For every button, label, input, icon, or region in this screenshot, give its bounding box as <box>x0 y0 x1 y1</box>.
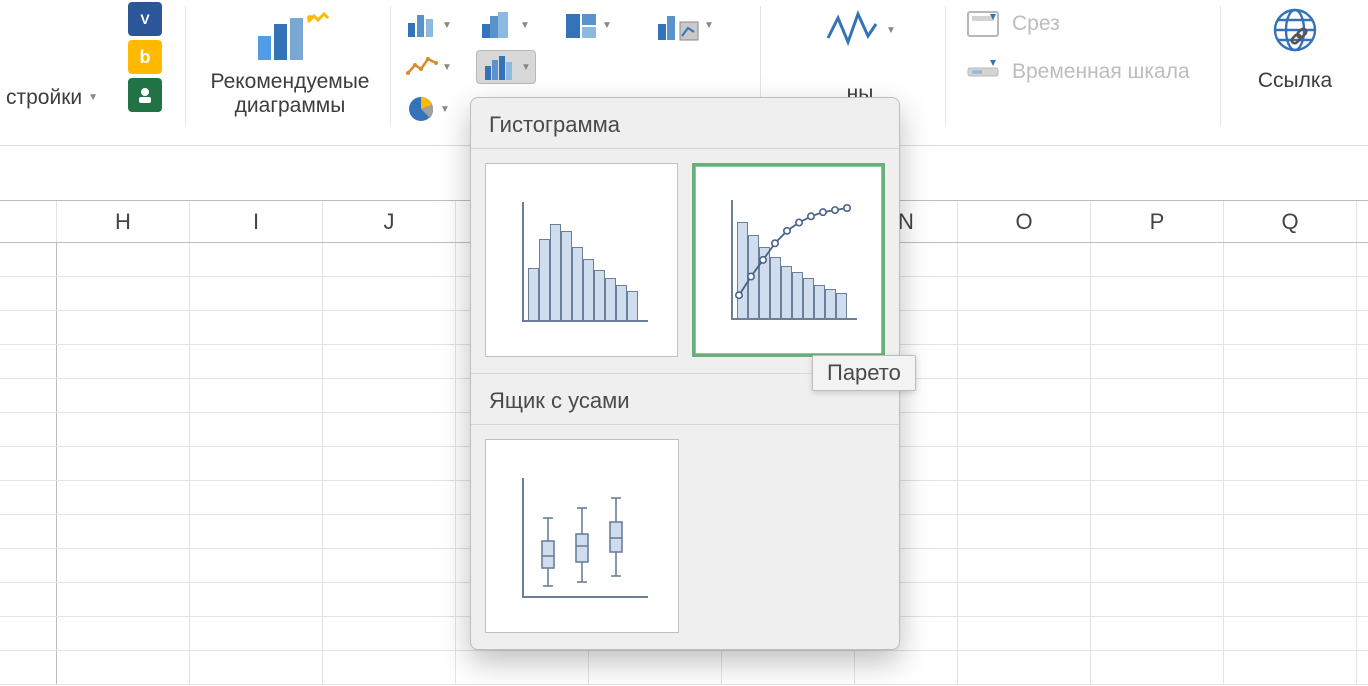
statistical-chart-button[interactable]: ▼ <box>476 50 536 84</box>
timeline-label: Временная шкала <box>1012 60 1190 84</box>
bar-3d-chart-button[interactable]: ▼ <box>476 8 534 42</box>
col-header-Q[interactable]: Q <box>1224 201 1357 242</box>
chevron-down-icon: ▼ <box>886 25 896 36</box>
gallery-section-histogram: Гистограмма <box>471 98 899 149</box>
line-chart-button[interactable]: ▼ <box>402 50 456 84</box>
chevron-down-icon: ▼ <box>88 92 98 103</box>
col-header-I[interactable]: I <box>190 201 323 242</box>
recommended-charts-icon[interactable] <box>250 8 330 68</box>
column-chart-button[interactable]: ▼ <box>402 8 456 42</box>
addins-label: стройки <box>6 86 82 110</box>
col-header-P[interactable]: P <box>1091 201 1224 242</box>
chevron-down-icon: ▼ <box>520 20 530 31</box>
chevron-down-icon: ▼ <box>602 20 612 31</box>
people-graph-icon[interactable] <box>128 78 162 112</box>
recommended-charts-label: Рекомендуемые диаграммы <box>200 70 380 118</box>
chevron-down-icon: ▼ <box>442 62 452 73</box>
pie-chart-button[interactable]: ▼ <box>402 92 454 126</box>
bing-addin-icon[interactable]: b <box>128 40 162 74</box>
slicer-button[interactable]: Срез <box>966 10 1060 38</box>
col-header[interactable] <box>0 201 57 242</box>
col-header-J[interactable]: J <box>323 201 456 242</box>
link-button[interactable] <box>1266 6 1324 63</box>
gallery-item-histogram[interactable] <box>485 163 678 357</box>
chevron-down-icon: ▼ <box>521 62 531 73</box>
timeline-button[interactable]: Временная шкала <box>966 58 1190 86</box>
chevron-down-icon: ▼ <box>442 20 452 31</box>
visio-addin-icon[interactable]: V <box>128 2 162 36</box>
combo-chart-button[interactable]: ▼ <box>652 8 718 42</box>
chevron-down-icon: ▼ <box>704 20 714 31</box>
col-header-O[interactable]: O <box>958 201 1091 242</box>
gallery-item-boxwhisker[interactable] <box>485 439 679 633</box>
hierarchy-chart-button[interactable]: ▼ <box>560 8 616 42</box>
tooltip-pareto: Парето <box>812 355 916 391</box>
gallery-item-pareto[interactable] <box>692 163 885 357</box>
col-header-H[interactable]: H <box>57 201 190 242</box>
sparklines-button[interactable]: ▼ <box>818 6 902 54</box>
link-label: Ссылка <box>1258 69 1332 93</box>
slicer-label: Срез <box>1012 12 1060 36</box>
chevron-down-icon: ▼ <box>440 104 450 115</box>
addins-button[interactable]: стройки ▼ <box>0 84 104 112</box>
